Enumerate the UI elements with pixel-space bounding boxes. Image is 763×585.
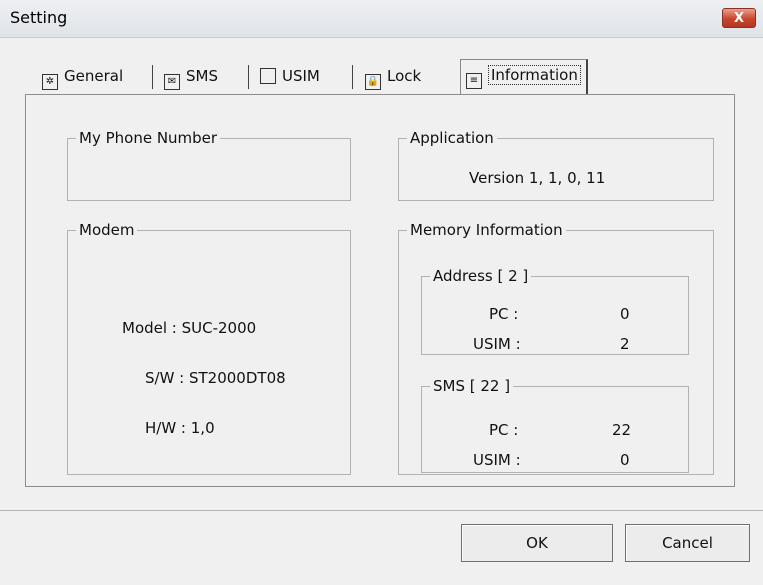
application-legend: Application (410, 129, 494, 147)
sms-pc-label: PC : (489, 421, 519, 439)
tab-lock[interactable]: 🔒 Lock (365, 61, 421, 93)
tab-separator (248, 65, 249, 89)
information-panel: My Phone Number Application Version 1, 1… (25, 94, 735, 487)
sms-usim-label: USIM : (473, 451, 521, 469)
memory-information-group: Memory Information Address [ 2 ] PC : 0 … (398, 221, 714, 475)
address-legend: Address [ 2 ] (433, 267, 529, 285)
sms-group: SMS [ 22 ] PC : 22 USIM : 0 (421, 377, 689, 473)
cancel-button[interactable]: Cancel (625, 524, 750, 562)
sms-pc-value: 22 (612, 421, 632, 439)
settings-window: Setting X ✲ General ✉ SMS USIM 🔒 Lock ≡ Info… (0, 0, 763, 585)
my-phone-number-group: My Phone Number (67, 129, 351, 201)
address-group: Address [ 2 ] PC : 0 USIM : 2 (421, 267, 689, 355)
address-pc-value: 0 (620, 305, 630, 323)
lock-icon: 🔒 (365, 74, 381, 90)
application-version: Version 1, 1, 0, 11 (469, 169, 606, 187)
tab-separator (352, 65, 353, 89)
sim-card-icon (260, 68, 276, 84)
footer-divider (0, 510, 763, 511)
application-group: Application Version 1, 1, 0, 11 (398, 129, 714, 201)
modem-legend: Modem (79, 221, 135, 239)
close-button[interactable]: X (722, 8, 756, 28)
tab-separator (152, 65, 153, 89)
tab-information[interactable]: ≡ Information (460, 59, 588, 94)
title-bar: Setting X (0, 0, 763, 38)
tab-usim-label: USIM (282, 67, 320, 85)
modem-sw: S/W : ST2000DT08 (145, 369, 286, 387)
ok-button[interactable]: OK (461, 524, 613, 562)
memory-information-legend: Memory Information (410, 221, 563, 239)
info-document-icon: ≡ (466, 73, 482, 89)
tab-sms[interactable]: ✉ SMS (164, 61, 218, 93)
address-pc-label: PC : (489, 305, 519, 323)
tab-sms-label: SMS (186, 67, 218, 85)
tab-information-label: Information (488, 65, 581, 85)
modem-group: Modem Model : SUC-2000 S/W : ST2000DT08 … (67, 221, 351, 475)
my-phone-number-legend: My Phone Number (79, 129, 218, 147)
address-usim-label: USIM : (473, 335, 521, 353)
envelope-icon: ✉ (164, 74, 180, 90)
sms-legend: SMS [ 22 ] (433, 377, 511, 395)
window-title: Setting (10, 8, 68, 27)
address-usim-value: 2 (620, 335, 630, 353)
modem-model: Model : SUC-2000 (122, 319, 257, 337)
tab-general[interactable]: ✲ General (42, 61, 123, 93)
modem-hw: H/W : 1,0 (145, 419, 215, 437)
tab-usim[interactable]: USIM (260, 61, 320, 93)
sms-usim-value: 0 (620, 451, 630, 469)
tab-lock-label: Lock (387, 67, 422, 85)
tab-general-label: General (64, 67, 124, 85)
gear-icon: ✲ (42, 74, 58, 90)
